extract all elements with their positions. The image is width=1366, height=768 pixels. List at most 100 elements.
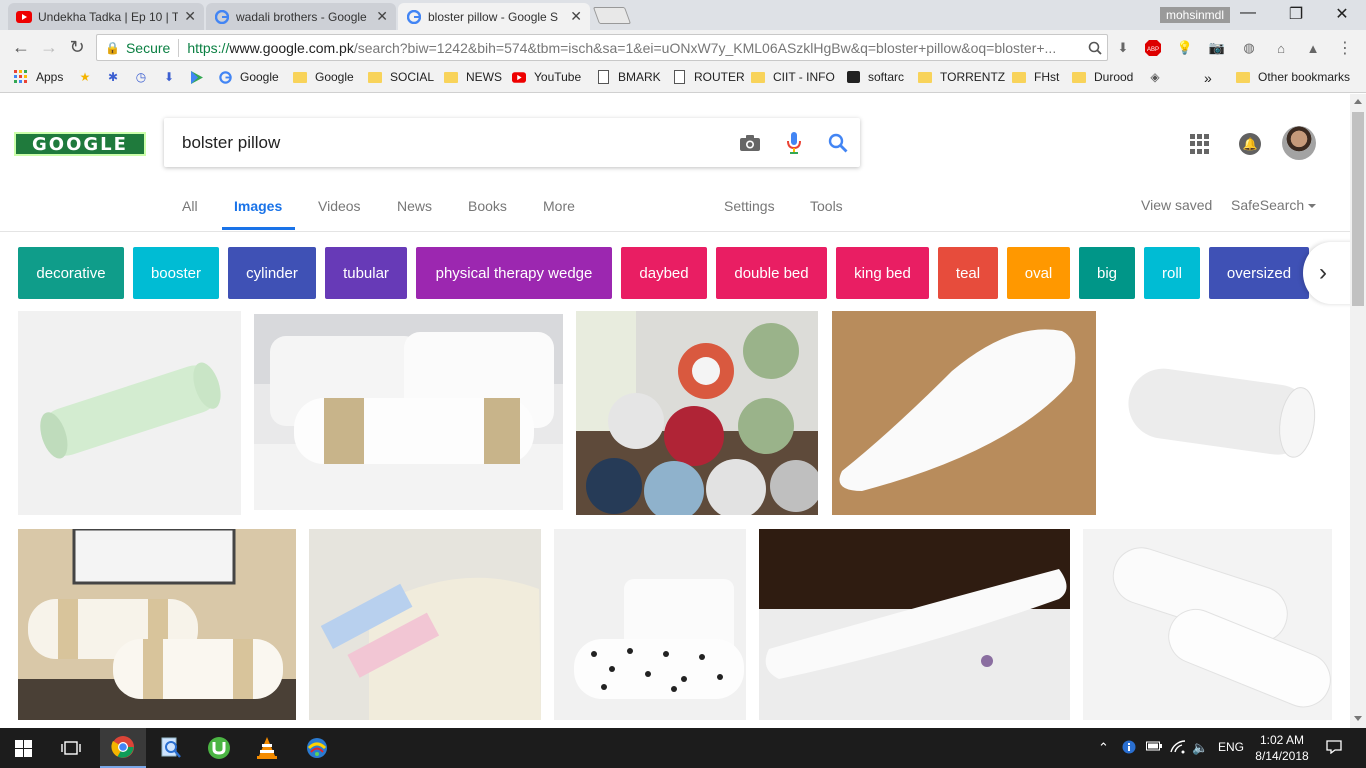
chip-booster[interactable]: booster — [133, 247, 219, 299]
view-saved-link[interactable]: View saved — [1141, 197, 1212, 213]
vlc-icon[interactable] — [244, 728, 290, 768]
image-result[interactable] — [832, 311, 1096, 515]
profile-name[interactable]: mohsinmdl — [1160, 7, 1231, 23]
chrome-icon[interactable] — [100, 728, 146, 768]
puzzle-icon[interactable]: ⌂ — [1270, 37, 1292, 59]
image-result[interactable] — [554, 529, 746, 720]
browser-tab[interactable]: wadali brothers - Google ✕ — [206, 3, 396, 30]
download-icon[interactable]: ⬇ — [162, 70, 184, 84]
image-result[interactable] — [576, 311, 818, 515]
close-icon[interactable]: ✕ — [376, 8, 388, 25]
drive-icon[interactable]: ▲ — [1302, 37, 1324, 59]
minimize-icon[interactable]: — — [1228, 4, 1268, 22]
close-window-icon[interactable]: ✕ — [1322, 4, 1362, 24]
diamond-icon[interactable]: ◈ — [1148, 70, 1170, 84]
tab-videos[interactable]: Videos — [318, 198, 361, 214]
close-icon[interactable]: ✕ — [184, 8, 196, 25]
settings-link[interactable]: Settings — [724, 198, 775, 214]
scroll-up-icon[interactable] — [1354, 99, 1362, 104]
bookmark-folder-ciit[interactable]: CIIT - INFO — [751, 70, 835, 84]
search-input[interactable] — [182, 132, 728, 153]
utorrent-icon[interactable] — [196, 728, 242, 768]
browser-tab-active[interactable]: bloster pillow - Google S ✕ — [398, 3, 590, 30]
back-icon[interactable]: ← — [10, 36, 32, 58]
bookmark-folder-news[interactable]: NEWS — [444, 70, 502, 84]
tab-books[interactable]: Books — [468, 198, 507, 214]
bookmark-apps[interactable]: Apps — [14, 70, 63, 84]
battery-icon[interactable] — [1146, 740, 1162, 755]
bookmarks-overflow[interactable]: » — [1204, 70, 1212, 86]
bookmark-folder-fhst[interactable]: FHst — [1012, 70, 1059, 84]
image-result[interactable] — [309, 529, 541, 720]
adblock-icon[interactable]: ABP — [1142, 37, 1164, 59]
notifications-icon[interactable] — [1326, 740, 1342, 757]
windows-start-icon[interactable] — [0, 728, 46, 768]
zoom-search-icon[interactable] — [1084, 37, 1106, 59]
chevron-up-icon[interactable]: ⌃ — [1098, 740, 1109, 756]
scrollbar-thumb[interactable] — [1352, 112, 1364, 306]
chip-big[interactable]: big — [1079, 247, 1135, 299]
puzzle-icon[interactable]: ✱ — [106, 70, 128, 84]
new-tab-button[interactable] — [592, 7, 632, 24]
scroll-down-icon[interactable] — [1354, 716, 1362, 721]
chip-oversized[interactable]: oversized — [1209, 247, 1309, 299]
info-icon[interactable] — [1122, 740, 1136, 757]
task-view-icon[interactable] — [48, 728, 94, 768]
reload-icon[interactable]: ↻ — [66, 36, 88, 58]
bookmark-other[interactable]: Other bookmarks — [1236, 70, 1350, 84]
play-icon[interactable] — [190, 70, 212, 84]
star-icon[interactable]: ★ — [78, 70, 100, 84]
menu-icon[interactable]: ⋮ — [1334, 37, 1356, 59]
wifi-icon[interactable] — [1170, 740, 1186, 757]
chip-physical-therapy-wedge[interactable]: physical therapy wedge — [416, 247, 612, 299]
bookmark-folder-torrentz[interactable]: TORRENTZ — [918, 70, 1005, 84]
image-result[interactable] — [1083, 529, 1332, 720]
bookmark-bmark[interactable]: BMARK — [596, 70, 661, 84]
globe-icon[interactable]: ◍ — [1238, 37, 1260, 59]
idea-icon[interactable]: 💡 — [1174, 37, 1196, 59]
image-result[interactable] — [759, 529, 1070, 720]
image-result[interactable] — [254, 314, 563, 510]
bookmark-google[interactable]: Google — [218, 70, 279, 84]
chip-decorative[interactable]: decorative — [18, 247, 124, 299]
input-language[interactable]: ENG — [1218, 740, 1244, 754]
restore-icon[interactable]: ❐ — [1276, 4, 1316, 24]
notifications-icon[interactable]: 🔔 — [1239, 133, 1261, 155]
tools-link[interactable]: Tools — [810, 198, 843, 214]
browser-tab[interactable]: Undekha Tadka | Ep 10 | T ✕ — [8, 3, 204, 30]
address-bar[interactable]: 🔒 Secure https:// www.google.com.pk /sea… — [96, 34, 1108, 61]
search-icon[interactable] — [816, 123, 860, 163]
tab-images[interactable]: Images — [234, 198, 282, 214]
bookmark-folder-google[interactable]: Google — [293, 70, 354, 84]
safesearch-dropdown[interactable]: SafeSearch — [1231, 197, 1316, 213]
bookmark-softarc[interactable]: softarc — [846, 70, 904, 84]
bookmark-router[interactable]: ROUTER — [672, 70, 745, 84]
chip-roll[interactable]: roll — [1144, 247, 1200, 299]
volume-icon[interactable]: 🔈 — [1192, 740, 1208, 756]
download-icon[interactable]: ⬇ — [1112, 37, 1134, 59]
system-clock[interactable]: 1:02 AM 8/14/2018 — [1252, 732, 1312, 764]
camera-icon[interactable] — [728, 123, 772, 163]
chip-tubular[interactable]: tubular — [325, 247, 407, 299]
search-icon[interactable] — [148, 728, 194, 768]
google-logo[interactable]: GOOGLE — [14, 132, 146, 156]
tab-news[interactable]: News — [397, 198, 432, 214]
tab-more[interactable]: More — [543, 198, 575, 214]
camera-icon[interactable]: 📷 — [1206, 37, 1228, 59]
image-result[interactable] — [18, 529, 296, 720]
chip-cylinder[interactable]: cylinder — [228, 247, 316, 299]
chip-king-bed[interactable]: king bed — [836, 247, 929, 299]
bookmark-folder-durood[interactable]: Durood — [1072, 70, 1133, 84]
bookmark-youtube[interactable]: YouTube — [512, 70, 581, 84]
chip-daybed[interactable]: daybed — [621, 247, 707, 299]
history-icon[interactable]: ◷ — [134, 70, 156, 84]
network-globe-icon[interactable] — [294, 728, 340, 768]
avatar[interactable] — [1282, 126, 1316, 160]
image-result[interactable] — [18, 311, 241, 515]
page-scrollbar[interactable] — [1350, 94, 1366, 728]
microphone-icon[interactable] — [772, 123, 816, 163]
close-icon[interactable]: ✕ — [570, 8, 582, 25]
chip-double-bed[interactable]: double bed — [716, 247, 827, 299]
google-apps-icon[interactable] — [1190, 134, 1210, 154]
chip-teal[interactable]: teal — [938, 247, 998, 299]
